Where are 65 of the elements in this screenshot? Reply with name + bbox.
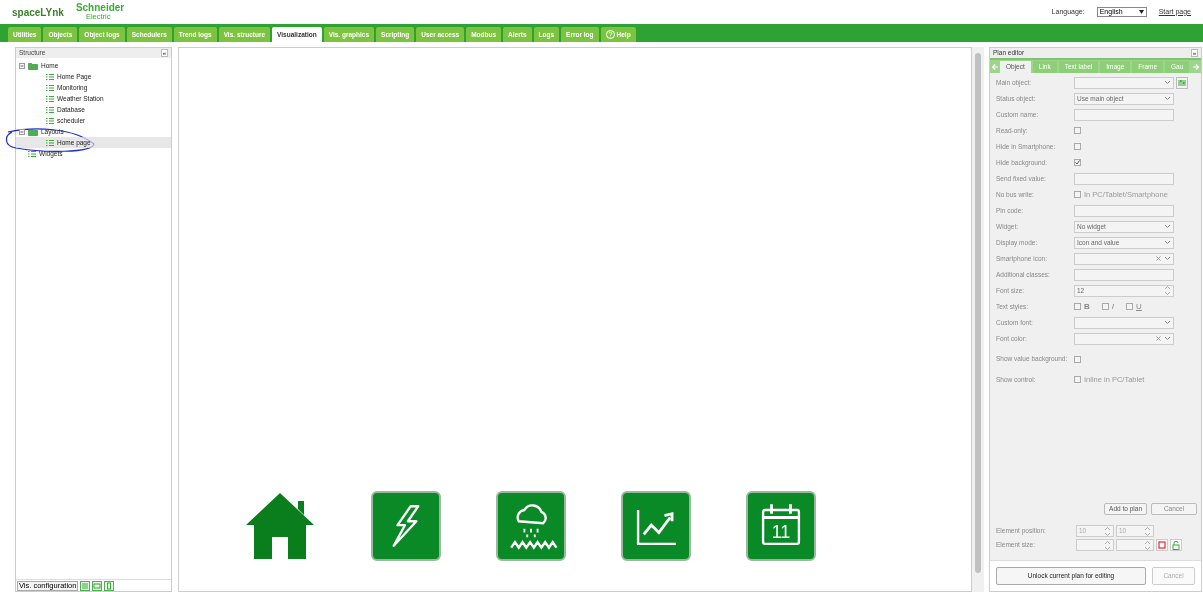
chart-tile[interactable] bbox=[621, 491, 691, 561]
checkbox[interactable] bbox=[1074, 191, 1081, 198]
house-icon[interactable] bbox=[244, 491, 316, 561]
bolt-icon bbox=[392, 505, 420, 547]
storm-cloud-icon bbox=[510, 504, 558, 550]
caret-icon[interactable] bbox=[1165, 97, 1170, 100]
caret-icon[interactable] bbox=[1165, 81, 1170, 84]
dropdown-icon bbox=[1138, 10, 1144, 14]
caret-icon[interactable] bbox=[1165, 257, 1170, 260]
checkbox[interactable] bbox=[1074, 143, 1081, 150]
style-label: U bbox=[1136, 300, 1142, 313]
checkbox[interactable] bbox=[1074, 355, 1081, 363]
spinner-arrows[interactable] bbox=[1105, 540, 1110, 550]
style-label: B bbox=[1084, 300, 1090, 313]
product-logo: spaceLYnk bbox=[12, 5, 64, 20]
collapse-icon[interactable] bbox=[19, 128, 25, 135]
checkbox[interactable] bbox=[1074, 376, 1081, 383]
checkbox[interactable] bbox=[1126, 303, 1133, 310]
select-field[interactable] bbox=[1074, 332, 1174, 345]
calendar-day: 11 bbox=[748, 523, 814, 541]
clear-icon[interactable] bbox=[1156, 336, 1161, 341]
caret-icon[interactable] bbox=[1165, 225, 1170, 228]
help-icon bbox=[605, 30, 615, 39]
phone-icon[interactable] bbox=[104, 580, 115, 591]
caret-icon[interactable] bbox=[1165, 337, 1170, 340]
list-icon bbox=[46, 94, 54, 103]
scroll-right-icon[interactable] bbox=[1193, 64, 1199, 70]
collapse-icon[interactable] bbox=[19, 62, 25, 69]
list-icon bbox=[46, 138, 54, 147]
checkbox[interactable] bbox=[1074, 127, 1081, 134]
unlock-icon[interactable] bbox=[1170, 539, 1182, 551]
caret-icon[interactable] bbox=[1165, 321, 1170, 324]
checkbox[interactable] bbox=[1074, 303, 1081, 310]
list-icon bbox=[46, 105, 54, 114]
spinner-arrows[interactable] bbox=[1105, 526, 1110, 536]
scroll-left-icon[interactable] bbox=[992, 64, 998, 70]
select-field[interactable] bbox=[1074, 76, 1174, 89]
folder-icon bbox=[28, 61, 38, 70]
list-icon bbox=[46, 72, 54, 81]
text-field[interactable] bbox=[1074, 108, 1174, 121]
reset-size-icon[interactable] bbox=[1156, 539, 1168, 551]
list-icon bbox=[46, 116, 54, 125]
checkbox[interactable] bbox=[1101, 303, 1109, 310]
list-icon bbox=[46, 83, 54, 92]
select-field[interactable] bbox=[1074, 316, 1174, 329]
text-field[interactable] bbox=[1074, 268, 1174, 281]
style-label: I bbox=[1111, 300, 1114, 313]
number-field[interactable] bbox=[1116, 539, 1154, 551]
caret-icon[interactable] bbox=[1165, 241, 1170, 244]
spinner-arrows[interactable] bbox=[1145, 526, 1150, 536]
calendar-icon bbox=[761, 502, 801, 546]
text-field[interactable] bbox=[1074, 204, 1174, 217]
list-icon bbox=[28, 149, 36, 158]
clear-icon[interactable] bbox=[1156, 256, 1161, 261]
weather-tile[interactable] bbox=[496, 491, 566, 561]
spinner-arrows[interactable] bbox=[1145, 540, 1150, 550]
calendar-tile[interactable]: 11 bbox=[746, 491, 816, 561]
chart-icon bbox=[636, 509, 676, 546]
sliders-icon[interactable] bbox=[1176, 76, 1188, 89]
select-field[interactable] bbox=[1074, 252, 1174, 265]
spinner-arrows[interactable] bbox=[1165, 286, 1170, 295]
text-field[interactable] bbox=[1074, 172, 1174, 185]
checkbox[interactable] bbox=[1074, 159, 1081, 166]
number-field[interactable] bbox=[1076, 539, 1114, 551]
bolt-tile[interactable] bbox=[371, 491, 441, 561]
